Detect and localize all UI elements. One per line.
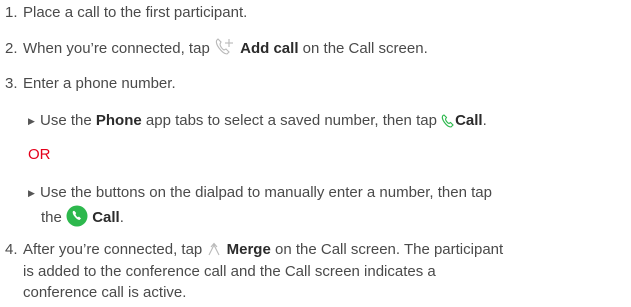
merge-arrows-icon [206, 241, 222, 263]
step-text: When you’re connected, tap [23, 40, 210, 57]
step-text: Enter a phone number. [23, 75, 176, 92]
step-number: 1. [5, 4, 18, 21]
substep-dialpad-line2: the Call. [41, 205, 124, 233]
step-4-line3: conference call is active. [23, 284, 187, 301]
step-text-end: on the Call screen. The participant [274, 241, 504, 258]
step-text: Place a call to the first participant. [23, 4, 248, 21]
substep-dialpad: ▶ Use the buttons on the dialpad to manua… [28, 183, 492, 203]
step-text: After you’re connected, tap [23, 241, 203, 258]
step-2: 2. When you’re connected, tap Add call on… [5, 38, 428, 62]
triangle-bullet-icon: ▶ [28, 116, 35, 126]
phone-app-label: Phone [95, 112, 142, 129]
step-4: 4. After you’re connected, tap Merge on t… [5, 240, 503, 263]
substep-text: the [41, 209, 62, 226]
substep-text: Use the buttons on the dialpad to manual… [40, 184, 492, 201]
call-label: Call [92, 209, 120, 226]
triangle-bullet-icon: ▶ [28, 188, 35, 198]
step-4-line2: is added to the conference call and the … [23, 263, 436, 280]
substep-text-end: . [482, 112, 487, 129]
step-number: 4. [5, 241, 18, 258]
phone-plus-icon [214, 38, 236, 62]
merge-label: Merge [226, 241, 271, 258]
step-number: 2. [5, 40, 18, 57]
step-1: 1. Place a call to the first participant. [5, 3, 247, 23]
phone-icon [441, 114, 455, 134]
substep-text-mid: app tabs to select a saved number, then … [145, 112, 437, 129]
substep-saved-number: ▶ Use the Phone app tabs to select a save… [28, 111, 487, 134]
add-call-label: Add call [240, 40, 299, 57]
step-text-end: on the Call screen. [302, 40, 428, 57]
or-label: OR [28, 146, 51, 163]
green-phone-button-icon [66, 205, 88, 233]
step-number: 3. [5, 75, 18, 92]
call-label: Call [455, 112, 483, 129]
step-3: 3. Enter a phone number. [5, 74, 176, 94]
substep-text: Use the [40, 112, 92, 129]
substep-text-end: . [119, 209, 124, 226]
